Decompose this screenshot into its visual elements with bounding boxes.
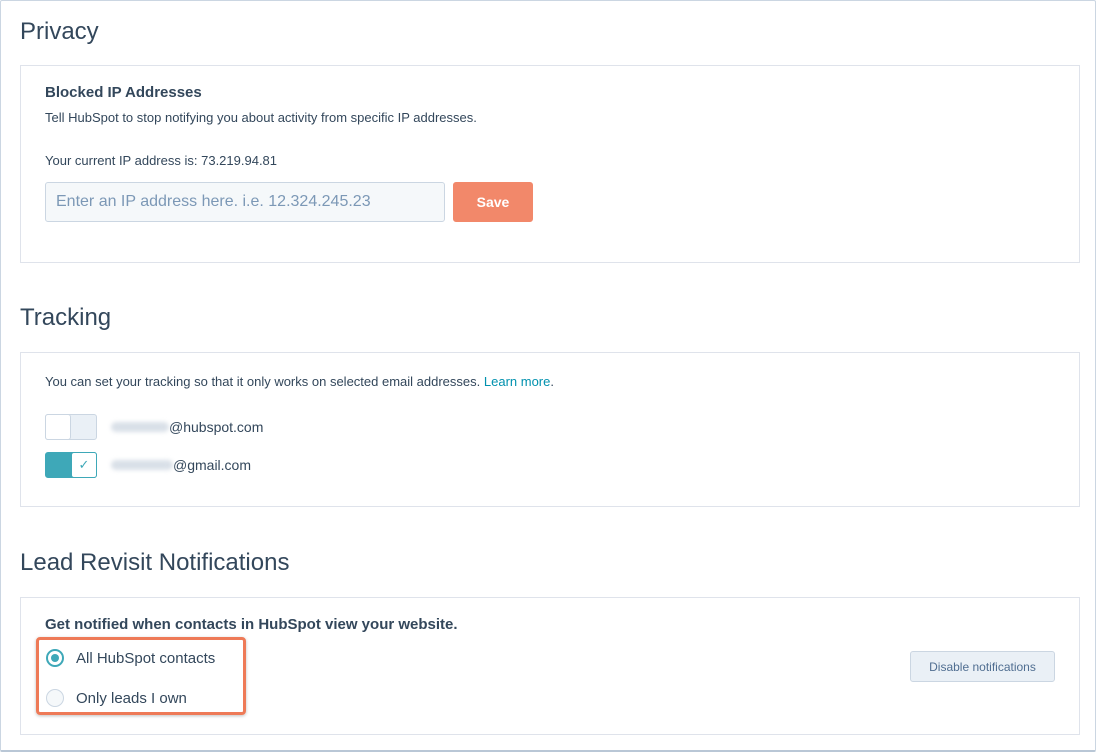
email-domain-gmail: @gmail.com bbox=[173, 457, 252, 473]
tracking-title: Tracking bbox=[20, 304, 112, 331]
learn-more-link[interactable]: Learn more bbox=[484, 374, 550, 389]
save-button[interactable]: Save bbox=[453, 182, 533, 222]
radio-label-my-leads: Only leads I own bbox=[76, 689, 187, 707]
ip-address-input[interactable] bbox=[45, 182, 445, 222]
lead-revisit-title: Lead Revisit Notifications bbox=[20, 549, 290, 576]
radio-option-my-leads[interactable]: Only leads I own bbox=[46, 689, 187, 707]
toggle-knob bbox=[45, 414, 71, 440]
privacy-card: Blocked IP Addresses Tell HubSpot to sto… bbox=[20, 65, 1080, 263]
checkmark-icon: ✓ bbox=[71, 452, 97, 478]
tracking-description-line: You can set your tracking so that it onl… bbox=[45, 374, 554, 389]
email-domain-hubspot: @hubspot.com bbox=[169, 419, 264, 435]
current-ip-label: Your current IP address is: bbox=[45, 153, 198, 168]
current-ip-line: Your current IP address is: 73.219.94.81 bbox=[45, 153, 277, 168]
redacted-username bbox=[111, 422, 169, 432]
radio-label-all-contacts: All HubSpot contacts bbox=[76, 649, 216, 667]
tracking-row-gmail: ✓ @gmail.com bbox=[45, 451, 251, 479]
tracking-card: You can set your tracking so that it onl… bbox=[20, 352, 1080, 507]
tracking-toggle-hubspot[interactable] bbox=[45, 414, 97, 440]
radio-button-unchecked[interactable] bbox=[46, 689, 64, 707]
lead-revisit-heading: Get notified when contacts in HubSpot vi… bbox=[45, 616, 458, 633]
current-ip-value: 73.219.94.81 bbox=[201, 153, 278, 168]
tracking-row-hubspot: @hubspot.com bbox=[45, 413, 263, 441]
tracking-toggle-gmail[interactable]: ✓ bbox=[45, 452, 97, 478]
lead-revisit-card: Get notified when contacts in HubSpot vi… bbox=[20, 597, 1080, 735]
redacted-username bbox=[111, 460, 173, 470]
tracking-description: You can set your tracking so that it onl… bbox=[45, 374, 481, 389]
disable-notifications-button[interactable]: Disable notifications bbox=[910, 651, 1055, 682]
blocked-ip-description: Tell HubSpot to stop notifying you about… bbox=[45, 110, 477, 125]
blocked-ip-heading: Blocked IP Addresses bbox=[45, 84, 202, 101]
radio-option-all-contacts[interactable]: All HubSpot contacts bbox=[46, 649, 215, 667]
settings-panel: Privacy Blocked IP Addresses Tell HubSpo… bbox=[0, 0, 1096, 752]
radio-button-checked[interactable] bbox=[46, 649, 64, 667]
privacy-title: Privacy bbox=[20, 18, 99, 45]
tracking-period: . bbox=[550, 374, 554, 389]
